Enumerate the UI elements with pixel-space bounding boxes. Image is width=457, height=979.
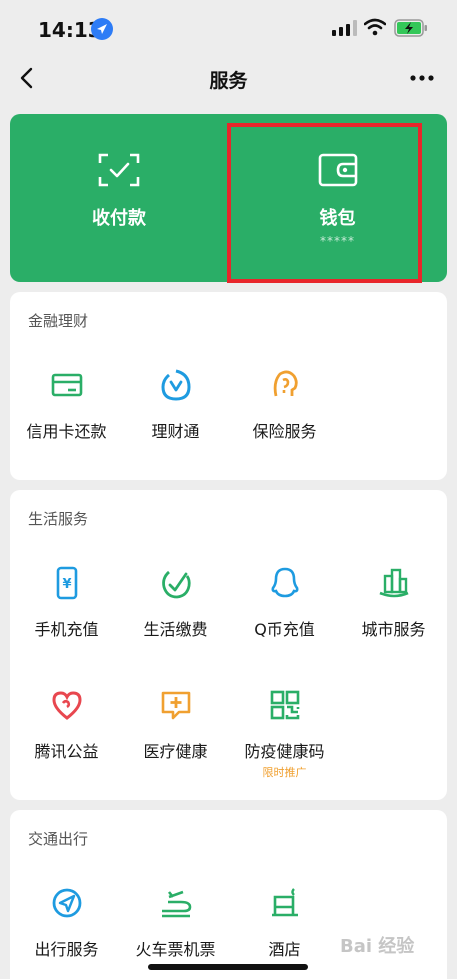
travel-icon	[50, 886, 84, 920]
cellular-signal-icon	[332, 20, 358, 36]
more-options-icon[interactable]	[405, 64, 439, 92]
health-code-tile[interactable]: 防疫健康码 限时推广	[231, 688, 338, 788]
pay-receive-label: 收付款	[92, 208, 146, 229]
licaitong-icon	[159, 368, 193, 402]
bill-pay-label: 生活缴费	[143, 620, 208, 639]
pay-receive-button[interactable]: 收付款	[10, 114, 228, 282]
hotel-label: 酒店	[268, 940, 301, 959]
qq-coin-tile[interactable]: Q币充值	[231, 566, 338, 666]
medical-icon	[159, 688, 193, 722]
status-bar: 14:13	[0, 0, 457, 56]
health-code-label: 防疫健康码	[244, 742, 325, 761]
city-service-label: 城市服务	[361, 620, 426, 639]
train-flight-label: 火车票机票	[135, 940, 216, 959]
credit-card-icon	[50, 368, 84, 402]
licaitong-tile[interactable]: 理财通	[122, 368, 229, 468]
phone-recharge-label: 手机充值	[34, 620, 99, 639]
train-ticket-icon	[159, 886, 193, 920]
credit-card-repay-label: 信用卡还款	[26, 422, 107, 441]
wifi-icon	[363, 18, 387, 36]
phone-recharge-tile[interactable]: ¥ 手机充值	[13, 566, 120, 666]
nav-bar: 服务	[0, 56, 457, 102]
health-code-promo-label: 限时推广	[262, 766, 307, 779]
insurance-icon	[268, 368, 302, 402]
charity-label: 腾讯公益	[34, 742, 99, 761]
life-section-title: 生活服务	[28, 510, 89, 528]
transport-section-title: 交通出行	[28, 830, 89, 848]
medical-tile[interactable]: 医疗健康	[122, 688, 229, 788]
medical-label: 医疗健康	[143, 742, 208, 761]
travel-service-tile[interactable]: 出行服务	[13, 886, 120, 979]
travel-service-label: 出行服务	[34, 940, 99, 959]
hotel-icon	[268, 886, 302, 920]
home-indicator[interactable]	[148, 964, 308, 970]
charity-tile[interactable]: 腾讯公益	[13, 688, 120, 788]
charity-icon	[50, 688, 84, 722]
watermark-text: Bai 经验	[340, 936, 415, 957]
scan-pay-icon	[97, 152, 141, 188]
city-service-tile[interactable]: 城市服务	[340, 566, 447, 666]
licaitong-label: 理财通	[151, 422, 200, 441]
page-title: 服务	[209, 70, 248, 92]
battery-charging-icon	[394, 19, 428, 37]
bill-pay-tile[interactable]: 生活缴费	[122, 566, 229, 666]
credit-card-repay-tile[interactable]: 信用卡还款	[13, 368, 120, 468]
finance-section-title: 金融理财	[28, 312, 89, 330]
insurance-tile[interactable]: 保险服务	[231, 368, 338, 468]
bill-pay-icon	[159, 566, 193, 600]
finance-section: 金融理财 信用卡还款 理财通 保险服务	[10, 292, 447, 480]
city-service-icon	[377, 566, 411, 600]
life-services-section: 生活服务 ¥ 手机充值 生活缴费 Q币充值 城市服务 腾讯公益 医疗健康 防疫健…	[10, 490, 447, 800]
wallet-highlight-annotation	[227, 123, 422, 283]
qr-health-code-icon	[268, 688, 302, 722]
qq-coin-icon	[268, 566, 302, 600]
phone-recharge-icon: ¥	[50, 566, 84, 600]
insurance-label: 保险服务	[252, 422, 317, 441]
qq-coin-label: Q币充值	[254, 620, 315, 639]
svg-text:¥: ¥	[62, 577, 71, 592]
location-arrow-icon	[91, 18, 113, 40]
